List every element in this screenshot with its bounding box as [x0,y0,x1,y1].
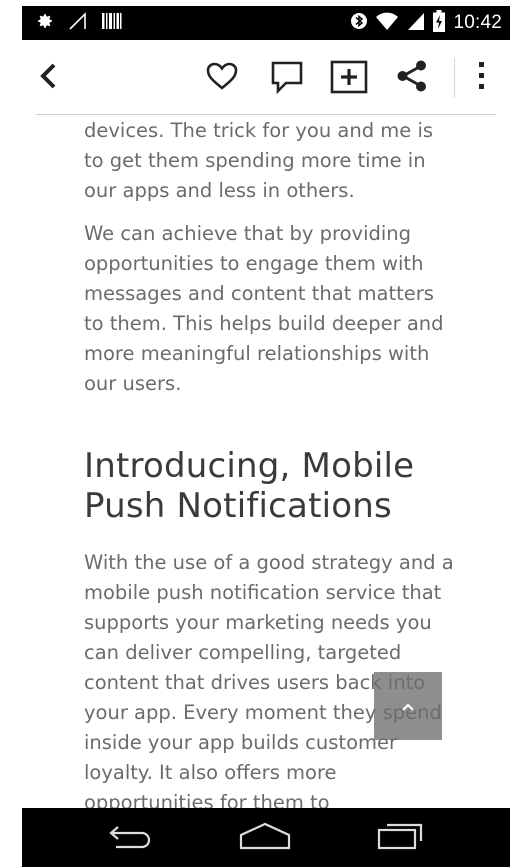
bluetooth-icon [351,10,368,36]
add-button[interactable] [328,58,370,100]
barcode-icon [102,12,122,34]
chevron-up-icon [401,697,415,716]
nav-recents-icon [375,822,425,854]
share-icon [395,59,429,97]
article-paragraph: devices. The trick for you and me is to … [84,119,434,202]
heart-icon [206,62,238,94]
settings-icon [36,12,54,34]
add-box-icon [330,60,368,98]
favorite-button[interactable] [202,58,242,98]
nav-recents-button[interactable] [365,820,435,856]
status-bar: 10:42 [22,6,510,40]
battery-charging-icon [433,10,446,36]
comment-button[interactable] [266,58,308,100]
nav-back-button[interactable] [96,820,166,856]
status-right-icons: 10:42 [351,10,502,36]
signal-off-icon [68,12,88,34]
nav-back-icon [106,822,156,854]
nav-home-icon [238,821,292,855]
share-button[interactable] [392,58,432,98]
more-options-button[interactable] [468,58,496,98]
comment-icon [270,60,304,98]
back-button[interactable] [28,58,68,98]
article-heading: Introducing, Mobile Push Notifications [84,446,415,526]
phone-screen: 10:42 devices. The trick for you and me … [22,6,510,867]
status-left-icons [36,12,122,34]
nav-home-button[interactable] [230,820,300,856]
toolbar-separator [454,58,455,98]
status-clock: 10:42 [453,12,502,33]
cell-signal-icon [407,11,425,35]
back-icon [36,62,60,94]
system-navigation-bar [22,808,510,867]
article-paragraph: We can achieve that by providing opportu… [84,222,444,395]
article-toolbar [22,40,510,115]
wifi-icon [375,11,399,35]
more-vert-icon [478,61,486,95]
scroll-to-top-button[interactable] [374,672,442,740]
